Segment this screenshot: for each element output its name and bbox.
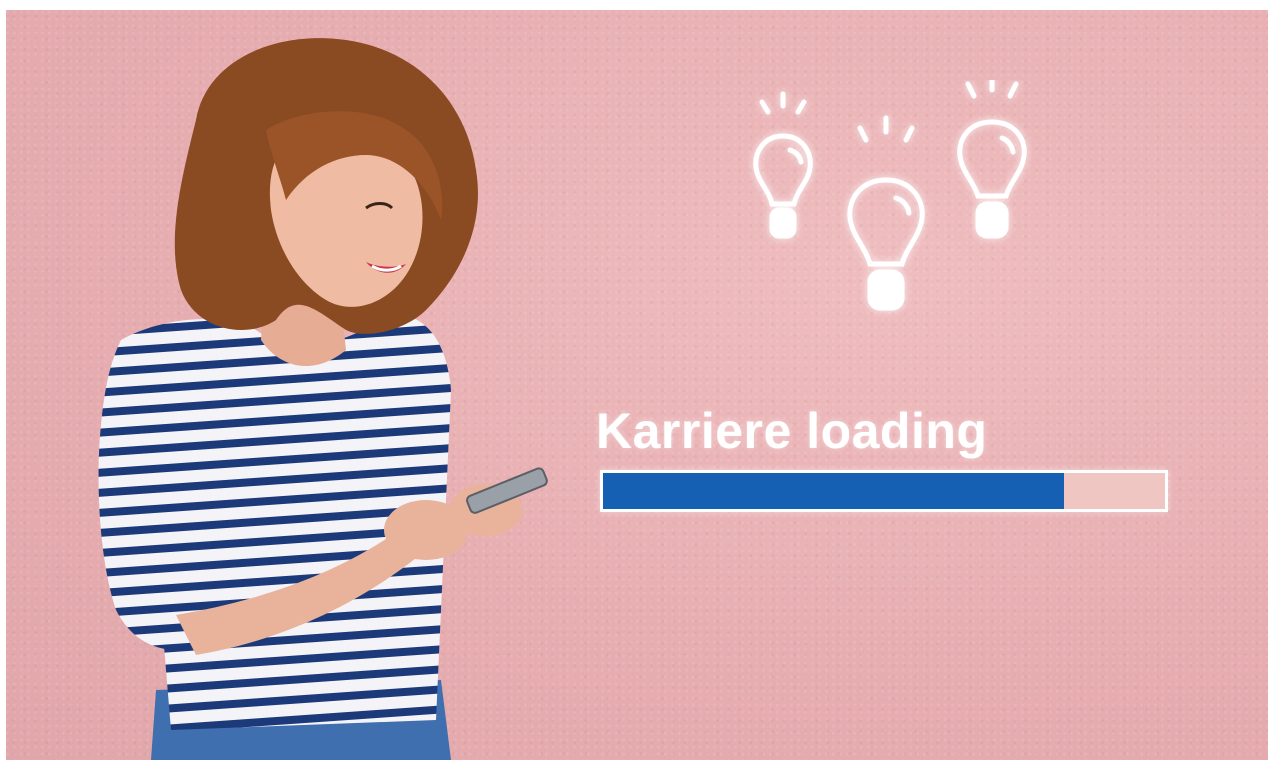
headline: Karriere loading bbox=[596, 403, 988, 459]
progress-bar bbox=[600, 470, 1168, 512]
lightbulb-icon bbox=[957, 80, 1027, 239]
hero-image: Karriere loading bbox=[6, 10, 1268, 760]
lightbulb-icon bbox=[753, 91, 813, 239]
lightbulb-group bbox=[753, 80, 1027, 311]
woman-with-phone bbox=[98, 38, 548, 760]
lightbulb-icon bbox=[847, 115, 925, 311]
progress-fill bbox=[603, 473, 1064, 509]
